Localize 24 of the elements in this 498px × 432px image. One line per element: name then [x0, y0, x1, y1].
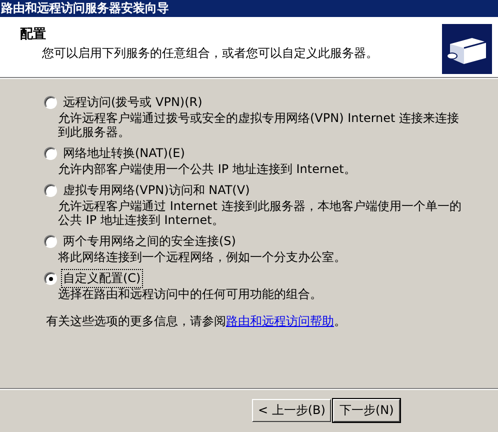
radio-button[interactable] — [44, 272, 57, 285]
back-button[interactable]: < 上一步(B) — [252, 399, 332, 422]
help-text-end: 。 — [334, 314, 346, 328]
page-heading: 配置 — [20, 26, 47, 43]
radio-button[interactable] — [44, 235, 57, 248]
option-label[interactable]: 两个专用网络之间的安全连接(S) — [61, 232, 238, 251]
option-description: 允许内部客户端使用一个公共 IP 地址连接到 Internet。 — [57, 162, 357, 176]
option-label[interactable]: 自定义配置(C) — [61, 269, 143, 288]
page-subtitle: 您可以启用下列服务的任意组合，或者您可以自定义此服务器。 — [41, 45, 378, 62]
option-label[interactable]: 网络地址转换(NAT)(E) — [61, 144, 187, 163]
option-description: 允许远程客户端通过拨号或安全的虚拟专用网络(VPN) Internet 连接来连接到此服务器。 — [57, 111, 460, 139]
server-icon — [442, 24, 492, 74]
option-label[interactable]: 虚拟专用网络(VPN)访问和 NAT(V) — [61, 181, 252, 200]
next-button[interactable]: 下一步(N) — [333, 399, 400, 422]
radio-button[interactable] — [44, 147, 57, 160]
help-link[interactable]: 路由和远程访问帮助 — [226, 314, 334, 328]
option-description: 将此网络连接到一个远程网络，例如一个分支办公室。 — [57, 250, 347, 264]
option-label[interactable]: 远程访问(拨号或 VPN)(R) — [61, 93, 204, 112]
radio-button[interactable] — [44, 184, 57, 197]
option-description: 允许远程客户端通过 Internet 连接到此服务器，本地客户端使用一个单一的公共 IP 地址连接到 Internet。 — [57, 199, 462, 227]
window-title: 路由和远程访问服务器安装向导 — [1, 1, 169, 15]
radio-button[interactable] — [44, 96, 57, 109]
option-description: 选择在路由和远程访问中的任何可用功能的组合。 — [57, 287, 323, 301]
help-text: 有关这些选项的更多信息，请参阅 — [46, 314, 226, 328]
